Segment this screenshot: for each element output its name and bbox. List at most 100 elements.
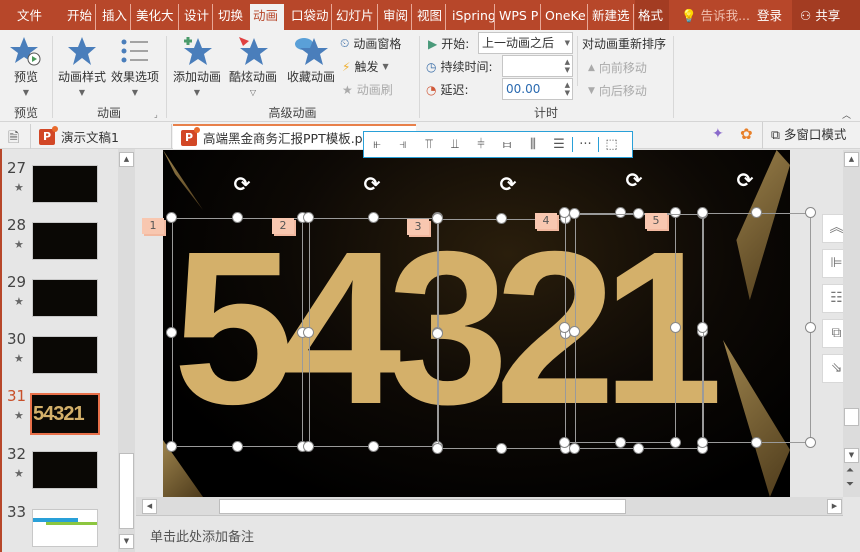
resize-handle[interactable]: [231, 212, 243, 223]
resize-handle[interactable]: [496, 213, 507, 224]
resize-handle[interactable]: [166, 326, 177, 338]
move-later-button[interactable]: ▼ 向后移动: [588, 82, 647, 99]
scrollbar-thumb[interactable]: [844, 408, 859, 426]
distribute-vertical-icon[interactable]: ☰: [546, 137, 572, 152]
resize-handle[interactable]: [231, 441, 243, 452]
slide-thumbnail[interactable]: [32, 509, 98, 547]
start-select[interactable]: 上一动画之后 ▼: [478, 32, 573, 54]
rotate-handle-icon[interactable]: ⟳: [361, 173, 383, 195]
scroll-up-icon[interactable]: ▲: [119, 152, 134, 167]
slide-thumbnail[interactable]: [32, 279, 98, 317]
tab-new-group[interactable]: 新建选: [589, 4, 634, 30]
rotate-handle-icon[interactable]: ⟳: [734, 169, 756, 191]
notes-pane[interactable]: 单击此处添加备注: [136, 515, 843, 552]
slide-thumbnail[interactable]: [32, 165, 98, 203]
slide-thumbnail[interactable]: [32, 451, 98, 489]
rotate-handle-icon[interactable]: ⟳: [497, 173, 519, 195]
next-slide-icon[interactable]: ⏷: [846, 480, 854, 490]
resize-handle[interactable]: [805, 207, 816, 218]
resize-handle[interactable]: [303, 212, 314, 223]
more-icon[interactable]: ···: [572, 137, 598, 152]
distribute-horizontal-icon[interactable]: ⫼: [520, 137, 546, 152]
tab-slideshow[interactable]: 幻灯片: [333, 4, 378, 30]
scroll-down-icon[interactable]: ▼: [844, 448, 859, 463]
resize-handle[interactable]: [166, 212, 177, 223]
doc-tab-presentation1[interactable]: P 演示文稿1: [30, 124, 172, 149]
tab-wps[interactable]: WPS P: [496, 4, 541, 30]
resize-handle[interactable]: [303, 326, 314, 338]
resize-handle[interactable]: [805, 437, 816, 448]
group-objects-icon[interactable]: ⬚: [598, 137, 624, 152]
resize-handle[interactable]: [496, 443, 507, 454]
animation-order-tag[interactable]: 3: [407, 219, 429, 235]
align-bottom-icon[interactable]: ⫫: [442, 137, 468, 152]
dialog-launcher-icon[interactable]: ⌟: [154, 110, 158, 119]
recent-docs-icon[interactable]: 🗎: [8, 127, 19, 151]
tab-design[interactable]: 设计: [181, 4, 214, 30]
rotate-handle-icon[interactable]: ⟳: [623, 169, 645, 191]
align-middle-icon[interactable]: ⧦: [494, 137, 520, 152]
align-left-icon[interactable]: ⫦: [364, 137, 390, 152]
move-earlier-button[interactable]: ▲ 向前移动: [588, 59, 647, 76]
tell-me-search[interactable]: 💡 告诉我...: [678, 4, 753, 30]
resize-handle[interactable]: [751, 437, 762, 448]
rotate-handle-icon[interactable]: ⟳: [231, 173, 253, 195]
slide-thumbnail[interactable]: 54321: [30, 393, 100, 435]
slide-thumbnail[interactable]: [32, 222, 98, 260]
tab-format[interactable]: 格式: [635, 0, 669, 30]
previous-slide-icon[interactable]: ⏶: [846, 466, 854, 476]
spinner-icon[interactable]: ▲ ▼: [565, 81, 570, 97]
tab-ispring[interactable]: iSpring: [449, 4, 495, 30]
scroll-left-icon[interactable]: ◀: [142, 499, 157, 514]
tab-file[interactable]: 文件: [14, 4, 45, 30]
share-button[interactable]: ⚇ 共享: [792, 0, 860, 30]
add-animation-button[interactable]: 添加动画 ▼: [170, 34, 224, 97]
align-center-icon[interactable]: ⫩: [468, 137, 494, 152]
tab-onekey[interactable]: OneKe: [542, 4, 588, 30]
magic-wand-icon[interactable]: ✦: [712, 126, 724, 142]
animation-painter-button[interactable]: ★ 动画刷: [342, 81, 393, 98]
effect-options-button[interactable]: 效果选项 ▼: [109, 34, 161, 97]
align-top-icon[interactable]: ⫪: [416, 137, 442, 152]
favorite-animation-button[interactable]: 收藏动画: [284, 34, 338, 85]
animation-pane-button[interactable]: ⏲ 动画窗格: [340, 35, 401, 52]
resize-handle[interactable]: [367, 212, 379, 223]
preview-button[interactable]: 预览 ▼: [6, 34, 46, 97]
slide-vertical-scrollbar[interactable]: [843, 150, 860, 497]
delay-input[interactable]: 00.00 ▲ ▼: [502, 78, 573, 100]
tab-view[interactable]: 视图: [414, 4, 447, 30]
animation-order-tag[interactable]: 2: [272, 218, 294, 234]
gear-icon[interactable]: ✿: [740, 125, 753, 143]
animation-styles-button[interactable]: 动画样式 ▼: [56, 34, 108, 97]
cool-animation-button[interactable]: 酷炫动画 ▽: [226, 34, 280, 97]
thumbnail-scrollbar-thumb[interactable]: [119, 453, 134, 529]
resize-handle[interactable]: [432, 328, 443, 339]
resize-handle[interactable]: [569, 208, 580, 219]
resize-handle[interactable]: [303, 441, 314, 452]
resize-handle[interactable]: [633, 208, 644, 219]
resize-handle[interactable]: [569, 325, 580, 337]
animation-order-tag[interactable]: 4: [535, 213, 557, 229]
resize-handle[interactable]: [432, 443, 443, 454]
tab-home[interactable]: 开始: [64, 4, 97, 30]
trigger-button[interactable]: ⚡ 触发 ▼: [342, 58, 389, 75]
resize-handle[interactable]: [166, 441, 177, 452]
resize-handle[interactable]: [697, 207, 708, 218]
resize-handle[interactable]: [751, 207, 762, 218]
tab-beautify[interactable]: 美化大: [133, 4, 179, 30]
duration-input[interactable]: ▲ ▼: [502, 55, 573, 77]
resize-handle[interactable]: [432, 213, 443, 224]
resize-handle[interactable]: [697, 437, 708, 448]
animation-order-tag[interactable]: 1: [142, 218, 164, 234]
scroll-down-icon[interactable]: ▼: [119, 534, 134, 549]
horizontal-scrollbar-thumb[interactable]: [219, 499, 626, 514]
collapse-ribbon-icon[interactable]: ︿: [842, 108, 851, 121]
animation-order-tag[interactable]: 5: [645, 213, 667, 229]
resize-handle[interactable]: [697, 322, 708, 333]
tab-pocket-animation[interactable]: 口袋动: [288, 4, 332, 30]
multi-window-button[interactable]: ⧉ 多窗口模式: [762, 122, 846, 149]
resize-handle[interactable]: [633, 443, 644, 454]
spinner-icon[interactable]: ▲ ▼: [565, 58, 570, 74]
resize-handle[interactable]: [805, 322, 816, 333]
align-right-icon[interactable]: ⫣: [390, 137, 416, 152]
